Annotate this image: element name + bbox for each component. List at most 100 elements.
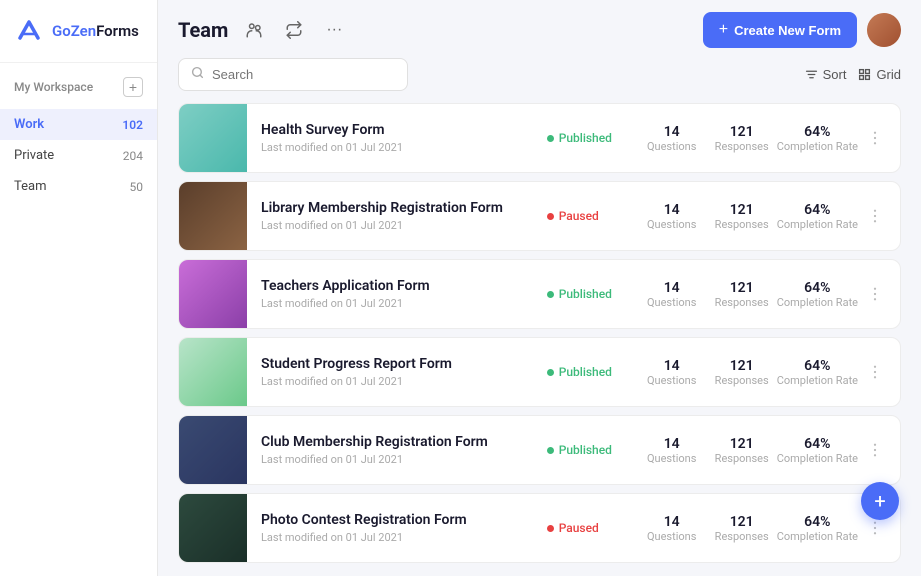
form-info-library: Library Membership Registration Form Las… xyxy=(261,200,547,232)
create-btn-label: Create New Form xyxy=(734,23,841,38)
form-responses-library: 121 Responses xyxy=(707,202,777,231)
status-text-student: Published xyxy=(559,365,612,379)
responses-value-photo: 121 xyxy=(707,514,777,530)
status-dot-club xyxy=(547,447,554,454)
form-thumb-club xyxy=(179,416,247,484)
form-card-health[interactable]: Health Survey Form Last modified on 01 J… xyxy=(178,103,901,173)
view-controls: Sort Grid xyxy=(805,67,901,82)
sort-icon xyxy=(805,68,818,81)
form-info-photo: Photo Contest Registration Form Last mod… xyxy=(261,512,547,544)
form-name-photo: Photo Contest Registration Form xyxy=(261,512,547,528)
form-responses-photo: 121 Responses xyxy=(707,514,777,543)
form-questions-photo: 14 Questions xyxy=(637,514,707,543)
form-questions-teachers: 14 Questions xyxy=(637,280,707,309)
responses-value-teachers: 121 xyxy=(707,280,777,296)
questions-label-photo: Questions xyxy=(637,530,707,543)
sidebar-item-team[interactable]: Team 50 xyxy=(0,171,157,202)
questions-label-health: Questions xyxy=(637,140,707,153)
sidebar-item-work-count: 102 xyxy=(122,118,143,132)
form-thumb-teachers xyxy=(179,260,247,328)
form-card-photo[interactable]: Photo Contest Registration Form Last mod… xyxy=(178,493,901,563)
completion-label-library: Completion Rate xyxy=(777,218,858,231)
sidebar-item-work[interactable]: Work 102 xyxy=(0,109,157,140)
sidebar: GoZenForms My Workspace + Work 102 Priva… xyxy=(0,0,158,576)
form-completion-library: 64% Completion Rate xyxy=(777,202,858,231)
completion-label-teachers: Completion Rate xyxy=(777,296,858,309)
status-dot-photo xyxy=(547,525,554,532)
form-questions-club: 14 Questions xyxy=(637,436,707,465)
share-button[interactable] xyxy=(280,16,308,44)
form-card-teachers[interactable]: Teachers Application Form Last modified … xyxy=(178,259,901,329)
status-dot-library xyxy=(547,213,554,220)
grid-view-button[interactable]: Grid xyxy=(858,67,901,82)
search-input[interactable] xyxy=(212,67,395,82)
gozen-logo-icon xyxy=(14,16,44,46)
questions-value-student: 14 xyxy=(637,358,707,374)
form-date-student: Last modified on 01 Jul 2021 xyxy=(261,375,547,388)
responses-value-club: 121 xyxy=(707,436,777,452)
form-card-library[interactable]: Library Membership Registration Form Las… xyxy=(178,181,901,251)
sidebar-item-team-label: Team xyxy=(14,179,47,194)
responses-label-library: Responses xyxy=(707,218,777,231)
completion-value-student: 64% xyxy=(777,358,858,374)
workspace-label: My Workspace xyxy=(14,80,93,94)
team-members-button[interactable] xyxy=(240,16,268,44)
form-actions-btn-health[interactable] xyxy=(866,129,884,147)
questions-label-club: Questions xyxy=(637,452,707,465)
status-dot-health xyxy=(547,135,554,142)
form-actions-btn-library[interactable] xyxy=(866,207,884,225)
more-vert-icon-library xyxy=(866,207,884,225)
floating-add-button[interactable]: + xyxy=(861,482,899,520)
form-completion-club: 64% Completion Rate xyxy=(777,436,858,465)
form-date-health: Last modified on 01 Jul 2021 xyxy=(261,141,547,154)
sort-button[interactable]: Sort xyxy=(805,67,847,82)
avatar[interactable] xyxy=(867,13,901,47)
completion-label-student: Completion Rate xyxy=(777,374,858,387)
sort-label: Sort xyxy=(823,67,847,82)
form-actions-btn-club[interactable] xyxy=(866,441,884,459)
header-right: + Create New Form xyxy=(703,12,901,48)
more-options-button[interactable]: ··· xyxy=(320,16,348,44)
form-responses-student: 121 Responses xyxy=(707,358,777,387)
completion-value-library: 64% xyxy=(777,202,858,218)
more-vert-icon-club xyxy=(866,441,884,459)
form-date-photo: Last modified on 01 Jul 2021 xyxy=(261,531,547,544)
add-workspace-button[interactable]: + xyxy=(123,77,143,97)
form-actions-btn-photo[interactable] xyxy=(866,519,884,537)
page-title: Team xyxy=(178,18,228,42)
form-card-student[interactable]: Student Progress Report Form Last modifi… xyxy=(178,337,901,407)
responses-label-teachers: Responses xyxy=(707,296,777,309)
form-card-club[interactable]: Club Membership Registration Form Last m… xyxy=(178,415,901,485)
sidebar-item-team-count: 50 xyxy=(130,180,144,194)
completion-value-teachers: 64% xyxy=(777,280,858,296)
sidebar-item-work-label: Work xyxy=(14,117,44,132)
topbar: Team ··· + Create New Form xyxy=(158,0,921,58)
form-responses-health: 121 Responses xyxy=(707,124,777,153)
form-status-library: Paused xyxy=(547,209,637,223)
sidebar-item-private-count: 204 xyxy=(123,149,143,163)
form-date-club: Last modified on 01 Jul 2021 xyxy=(261,453,547,466)
status-text-club: Published xyxy=(559,443,612,457)
status-text-health: Published xyxy=(559,131,612,145)
form-date-teachers: Last modified on 01 Jul 2021 xyxy=(261,297,547,310)
form-actions-btn-student[interactable] xyxy=(866,363,884,381)
form-name-student: Student Progress Report Form xyxy=(261,356,547,372)
form-status-club: Published xyxy=(547,443,637,457)
search-box[interactable] xyxy=(178,58,408,91)
create-new-form-button[interactable]: + Create New Form xyxy=(703,12,857,48)
forms-list: Health Survey Form Last modified on 01 J… xyxy=(158,103,921,576)
completion-value-health: 64% xyxy=(777,124,858,140)
form-name-library: Library Membership Registration Form xyxy=(261,200,547,216)
grid-icon xyxy=(858,68,871,81)
sidebar-item-private[interactable]: Private 204 xyxy=(0,140,157,171)
form-actions-btn-teachers[interactable] xyxy=(866,285,884,303)
form-status-photo: Paused xyxy=(547,521,637,535)
form-completion-health: 64% Completion Rate xyxy=(777,124,858,153)
completion-label-club: Completion Rate xyxy=(777,452,858,465)
form-completion-teachers: 64% Completion Rate xyxy=(777,280,858,309)
main-content: Team ··· + Create New Form xyxy=(158,0,921,576)
form-name-health: Health Survey Form xyxy=(261,122,547,138)
form-date-library: Last modified on 01 Jul 2021 xyxy=(261,219,547,232)
responses-value-student: 121 xyxy=(707,358,777,374)
status-text-photo: Paused xyxy=(559,521,599,535)
